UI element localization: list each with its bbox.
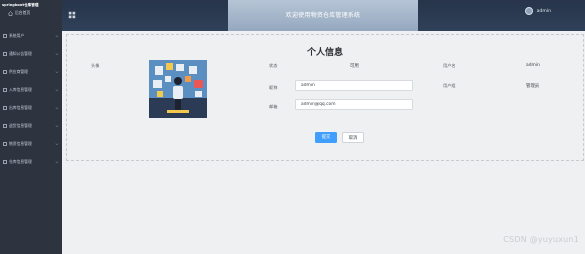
user-icon (3, 34, 7, 38)
bell-icon (3, 52, 7, 56)
sidebar-item-warehouse[interactable]: 仓库信息管理 (0, 153, 62, 171)
sidebar-item-inbound[interactable]: 入库信息管理 (0, 81, 62, 99)
role-label: 用户组 (443, 83, 456, 88)
sidebar-item-supplier[interactable]: 供应商管理 (0, 63, 62, 81)
email-input[interactable] (295, 99, 413, 110)
username-value: admin (526, 63, 540, 68)
box-in-icon (3, 88, 7, 92)
profile-title: 个人信息 (306, 48, 343, 58)
top-header: 欢迎使用物资仓库管理系统 admin (62, 0, 585, 31)
sidebar-home[interactable]: 后台首页 (0, 8, 62, 16)
sidebar-item-label: 出库信息管理 (9, 105, 32, 110)
status-value: 可用 (350, 64, 359, 69)
sidebar-item-label: 仓库信息管理 (9, 159, 32, 164)
username-label: 用户名 (443, 63, 456, 68)
sidebar-item-return[interactable]: 退货信息管理 (0, 117, 62, 135)
sidebar-item-goods[interactable]: 物资信息管理 (0, 135, 62, 153)
chevron-down-icon (55, 88, 59, 92)
sidebar-item-label: 入库信息管理 (9, 87, 32, 92)
watermark: CSDN @yuyuxun1 (503, 235, 579, 244)
cancel-button[interactable]: 取消 (342, 132, 364, 143)
sidebar-item-outbound[interactable]: 出库信息管理 (0, 99, 62, 117)
profile-avatar-image[interactable] (149, 60, 207, 118)
sidebar-item-notice[interactable]: 通知公告管理 (0, 45, 62, 63)
avatar-label: 头像 (91, 63, 100, 68)
page-title: 欢迎使用物资仓库管理系统 (285, 12, 361, 19)
menu-toggle-icon[interactable] (68, 11, 76, 19)
nickname-input[interactable] (295, 80, 413, 91)
sidebar-item-label: 供应商管理 (9, 69, 28, 74)
role-value: 管理员 (526, 84, 540, 89)
home-icon (8, 10, 13, 16)
nickname-label: 昵称 (269, 85, 278, 90)
chevron-down-icon (55, 160, 59, 164)
avatar (524, 7, 533, 15)
chevron-down-icon (55, 124, 59, 128)
sidebar-item-label: 系统用户 (9, 33, 25, 38)
return-icon (3, 124, 7, 128)
box-out-icon (3, 106, 7, 110)
sidebar-menu: 系统用户 通知公告管理 供应商管理 入库信息管理 出库信息管理 退货信息管理 物… (0, 27, 62, 171)
goods-icon (3, 142, 7, 146)
truck-icon (3, 70, 7, 74)
app-brand: springboot仓库管理 (2, 3, 39, 7)
sidebar-item-label: 退货信息管理 (9, 123, 32, 128)
warehouse-icon (3, 160, 7, 164)
chevron-down-icon (55, 70, 59, 74)
sidebar-item-label: 物资信息管理 (9, 141, 32, 146)
status-label: 状态 (269, 63, 278, 68)
sidebar-home-label: 后台首页 (15, 10, 31, 15)
email-label: 邮箱 (269, 104, 278, 109)
sidebar: springboot仓库管理 后台首页 系统用户 通知公告管理 供应商管理 入库… (0, 0, 62, 254)
sidebar-item-system-users[interactable]: 系统用户 (0, 27, 62, 45)
user-menu[interactable]: admin (524, 7, 551, 15)
header-username: admin (536, 8, 551, 14)
profile-card: 个人信息 头像 状态 可用 用户名 admin 昵称 用户组 管理员 邮箱 (66, 34, 584, 161)
sidebar-item-label: 通知公告管理 (9, 51, 32, 56)
chevron-down-icon (55, 34, 59, 38)
chevron-down-icon (55, 106, 59, 110)
chevron-down-icon (55, 142, 59, 146)
submit-button[interactable]: 提交 (315, 132, 337, 143)
chevron-down-icon (55, 52, 59, 56)
